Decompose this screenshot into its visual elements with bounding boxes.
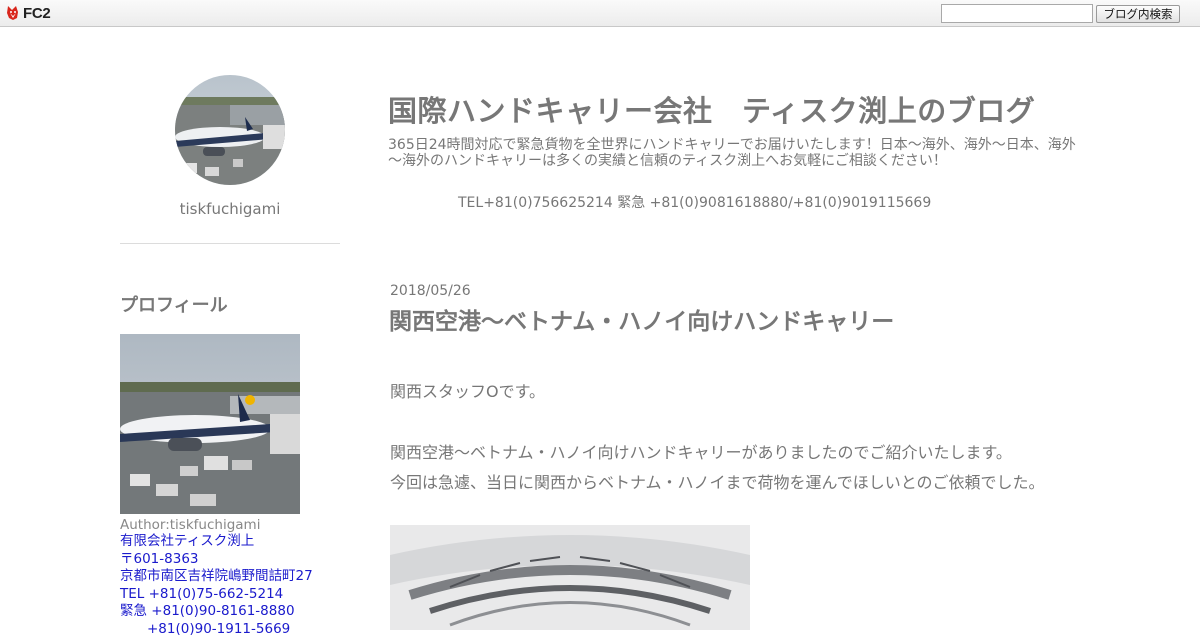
post-paragraph: 今回は急遽、当日に関西からベトナム・ハノイまで荷物を運んでほしいとのご依頼でした…: [390, 469, 1045, 493]
fc2-fox-icon: [6, 5, 20, 21]
blog-title[interactable]: 国際ハンドキャリー会社 ティスク渕上のブログ: [388, 88, 1035, 130]
profile-tel[interactable]: TEL +81(0)75-662-5214: [120, 586, 350, 604]
blog-tel: TEL+81(0)756625214 緊急 +81(0)9081618880/+…: [458, 192, 931, 212]
post-paragraph: 関西空港～ベトナム・ハノイ向けハンドキャリーがありましたのでご紹介いたします。: [390, 439, 1012, 463]
fc2-logo[interactable]: FC2: [6, 4, 50, 22]
profile-heading: プロフィール: [120, 291, 228, 317]
post-title[interactable]: 関西空港～ベトナム・ハノイ向けハンドキャリー: [389, 302, 894, 336]
blog-search-input[interactable]: [941, 4, 1093, 23]
profile-address[interactable]: 京都市南区吉祥院嶋野間詰町27: [120, 568, 350, 586]
post-paragraph: 関西スタッフOです。: [390, 378, 545, 402]
profile-emergency-tel-1[interactable]: 緊急 +81(0)90-8161-8880: [120, 603, 350, 621]
profile-company-name[interactable]: 有限会社ティスク渕上: [120, 533, 350, 551]
profile-info: 有限会社ティスク渕上 〒601-8363 京都市南区吉祥院嶋野間詰町27 TEL…: [120, 533, 350, 638]
profile-author-line: Author:tiskfuchigami: [120, 517, 260, 533]
sidebar-divider: [120, 243, 340, 244]
blog-search-button[interactable]: ブログ内検索: [1096, 5, 1180, 23]
fc2-logo-text: FC2: [23, 5, 50, 22]
author-name[interactable]: tiskfuchigami: [120, 200, 340, 218]
author-avatar[interactable]: [175, 75, 285, 185]
post-date: 2018/05/26: [390, 283, 471, 299]
blog-description: 365日24時間対応で緊急貨物を全世界にハンドキャリーでお届けいたします！日本～…: [388, 138, 1078, 169]
fc2-top-bar: FC2 ブログ内検索: [0, 0, 1200, 27]
profile-postal-code[interactable]: 〒601-8363: [120, 551, 350, 569]
post-image[interactable]: [390, 525, 750, 630]
profile-emergency-tel-2[interactable]: +81(0)90-1911-5669: [120, 621, 350, 638]
profile-photo: [120, 334, 300, 514]
